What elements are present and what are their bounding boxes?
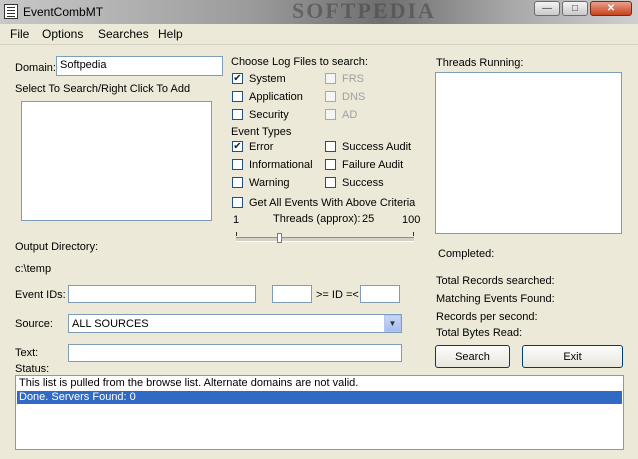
maximize-button[interactable]: □ xyxy=(562,1,588,16)
source-select[interactable]: ALL SOURCES xyxy=(68,314,402,333)
output-directory-label: Output Directory: xyxy=(15,241,99,253)
dns-label: DNS xyxy=(342,91,366,103)
error-checkbox[interactable]: ✔ xyxy=(232,141,243,152)
event-types-label: Event Types xyxy=(231,126,292,138)
success-checkbox[interactable] xyxy=(325,177,336,188)
id-min-input[interactable] xyxy=(272,285,312,303)
application-label: Application xyxy=(249,91,303,103)
text-label: Text: xyxy=(15,347,39,359)
watermark: SOFTPEDIA xyxy=(292,0,436,23)
id-max-input[interactable] xyxy=(360,285,400,303)
success-audit-checkbox[interactable] xyxy=(325,141,336,152)
threads-slider[interactable] xyxy=(236,237,414,242)
close-button[interactable]: ✕ xyxy=(590,1,632,16)
informational-checkbox[interactable] xyxy=(232,159,243,170)
status-list[interactable]: This list is pulled from the browse list… xyxy=(15,375,624,450)
select-label: Select To Search/Right Click To Add xyxy=(15,83,191,95)
security-label: Security xyxy=(249,109,289,121)
matching-events-label: Matching Events Found: xyxy=(436,293,555,305)
minimize-icon: — xyxy=(542,3,552,14)
ad-checkbox[interactable] xyxy=(325,109,336,120)
threads-max-label: 100 xyxy=(402,214,421,226)
event-ids-input[interactable] xyxy=(68,285,256,303)
get-all-events-checkbox[interactable] xyxy=(232,197,243,208)
chevron-down-icon[interactable]: ▼ xyxy=(384,315,401,332)
app-icon[interactable] xyxy=(4,4,18,19)
status-row[interactable]: This list is pulled from the browse list… xyxy=(17,377,622,390)
menu-bar xyxy=(0,24,638,45)
records-per-second-label: Records per second: xyxy=(436,311,538,323)
status-label: Status: xyxy=(15,363,50,375)
threads-running-list[interactable] xyxy=(435,72,622,234)
failure-audit-label: Failure Audit xyxy=(342,159,404,171)
frs-label: FRS xyxy=(342,73,364,85)
threads-label: Threads (approx): xyxy=(273,213,361,225)
domain-input[interactable]: Softpedia xyxy=(56,56,223,76)
system-label: System xyxy=(249,73,286,85)
menu-file[interactable]: File xyxy=(10,27,29,41)
id-range-label: >= ID =< xyxy=(316,289,359,301)
failure-audit-checkbox[interactable] xyxy=(325,159,336,170)
threads-running-label: Threads Running: xyxy=(436,57,524,69)
total-bytes-label: Total Bytes Read: xyxy=(436,327,523,339)
system-checkbox[interactable]: ✔ xyxy=(232,73,243,84)
threads-min-label: 1 xyxy=(233,214,240,226)
success-label: Success xyxy=(342,177,384,189)
server-list[interactable] xyxy=(21,101,212,221)
menu-options[interactable]: Options xyxy=(42,27,83,41)
frs-checkbox[interactable] xyxy=(325,73,336,84)
total-records-label: Total Records searched: xyxy=(436,275,555,287)
warning-checkbox[interactable] xyxy=(232,177,243,188)
window-title: EventCombMT xyxy=(23,5,104,19)
completed-label: Completed: xyxy=(438,248,495,260)
application-checkbox[interactable] xyxy=(232,91,243,102)
slider-tick-max xyxy=(413,232,414,236)
log-files-label: Choose Log Files to search: xyxy=(231,56,368,68)
search-button[interactable]: Search xyxy=(435,345,510,368)
security-checkbox[interactable] xyxy=(232,109,243,120)
get-all-events-label: Get All Events With Above Criteria xyxy=(249,197,416,209)
dns-checkbox[interactable] xyxy=(325,91,336,102)
event-ids-label: Event IDs: xyxy=(15,289,66,301)
domain-label: Domain: xyxy=(15,62,56,74)
slider-tick-min xyxy=(236,232,237,236)
maximize-icon: □ xyxy=(571,3,579,14)
error-label: Error xyxy=(249,141,274,153)
source-label: Source: xyxy=(15,318,53,330)
close-icon: ✕ xyxy=(606,3,616,14)
threads-slider-thumb[interactable] xyxy=(277,233,282,243)
output-directory-value[interactable]: c:\temp xyxy=(15,263,51,275)
threads-value: 25 xyxy=(362,213,375,225)
text-input[interactable] xyxy=(68,344,402,362)
minimize-button[interactable]: — xyxy=(534,1,560,16)
success-audit-label: Success Audit xyxy=(342,141,412,153)
menu-searches[interactable]: Searches xyxy=(98,27,149,41)
informational-label: Informational xyxy=(249,159,313,171)
menu-help[interactable]: Help xyxy=(158,27,183,41)
status-row-selected[interactable]: Done. Servers Found: 0 xyxy=(17,391,622,404)
warning-label: Warning xyxy=(249,177,290,189)
ad-label: AD xyxy=(342,109,358,121)
exit-button[interactable]: Exit xyxy=(522,345,623,368)
